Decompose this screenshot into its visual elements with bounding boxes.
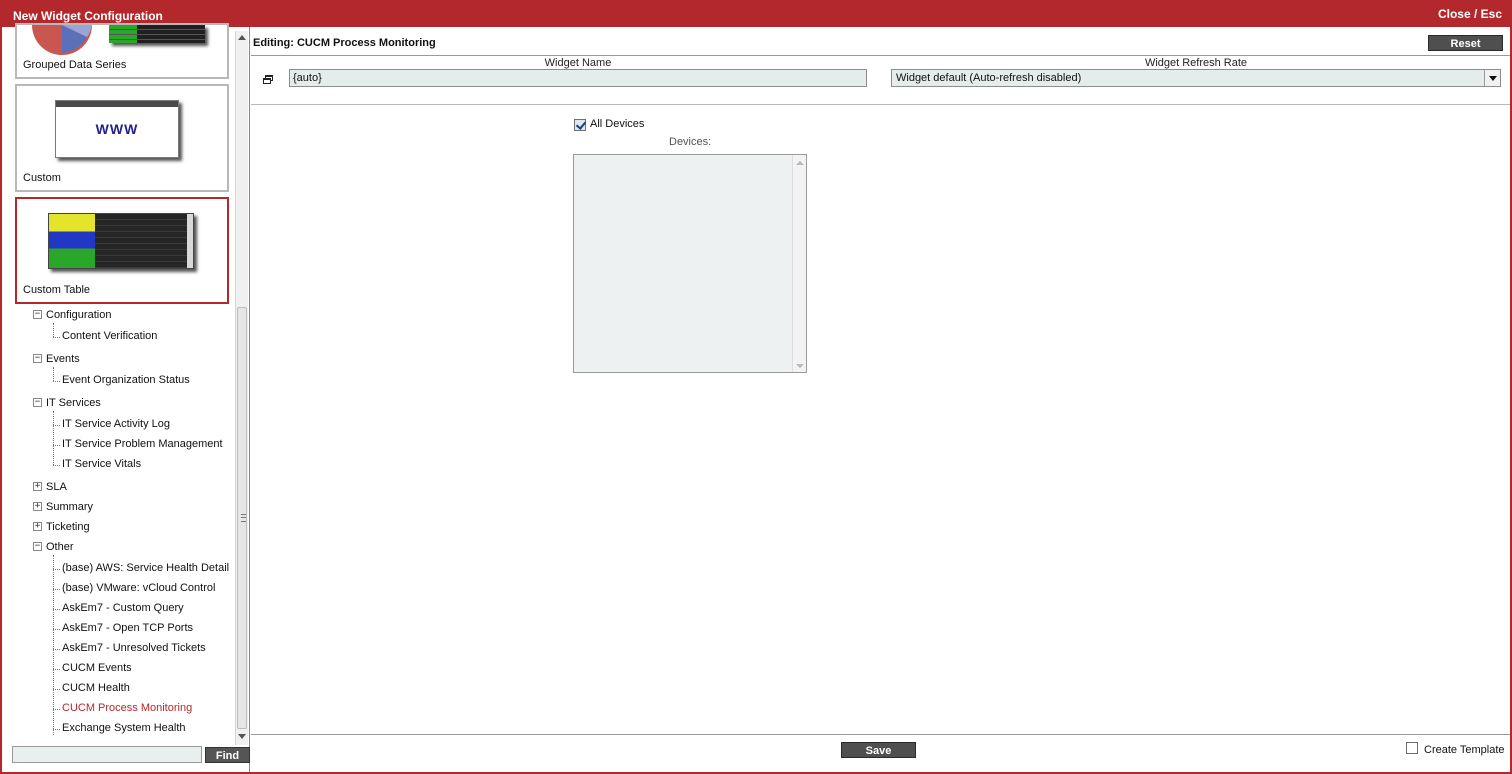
thumbnail-text: WWW [95,121,139,137]
editing-heading: Editing: CUCM Process Monitoring [253,37,436,49]
divider [251,734,1510,735]
collapse-toggle-icon[interactable]: − [33,354,42,363]
all-devices-label: All Devices [590,118,645,130]
table-thumbnail-icon [109,25,205,43]
devices-list-scrollbar[interactable] [792,155,806,372]
tree-item-vmware-vcloud-control[interactable]: (base) VMware: vCloud Control [62,582,215,594]
tree-group-sla[interactable]: SLA [46,481,67,493]
widget-refresh-rate-select[interactable]: Widget default (Auto-refresh disabled) [891,69,1501,87]
scroll-down-icon[interactable] [238,734,246,739]
create-template-checkbox[interactable] [1406,742,1418,754]
expand-toggle-icon[interactable]: + [33,502,42,511]
find-input[interactable] [12,746,202,763]
tree-item-event-organization-status[interactable]: Event Organization Status [62,374,190,386]
scroll-up-icon[interactable] [796,161,804,165]
tree-item-cucm-events[interactable]: CUCM Events [62,662,132,674]
chevron-down-icon[interactable] [1484,70,1500,86]
tree-item-aws-service-health-detail[interactable]: (base) AWS: Service Health Detail [62,562,229,574]
collapse-toggle-icon[interactable]: − [33,310,42,319]
restore-window-icon[interactable] [263,75,274,85]
reset-button[interactable]: Reset [1428,35,1503,51]
widget-card-label: Custom Table [23,284,91,296]
scrollbar-thumb[interactable] [237,307,247,729]
close-button[interactable]: Close / Esc [1438,7,1502,21]
tree-item-it-service-vitals[interactable]: IT Service Vitals [62,458,141,470]
tree-item-askem7-open-tcp-ports[interactable]: AskEm7 - Open TCP Ports [62,622,193,634]
custom-table-thumbnail-icon [48,213,194,269]
tree-item-exchange-system-health[interactable]: Exchange System Health [62,722,186,734]
widget-card-custom[interactable]: WWW Custom [15,84,229,192]
tree-group-summary[interactable]: Summary [46,501,93,513]
widget-refresh-rate-label: Widget Refresh Rate [1144,57,1248,69]
tree-item-askem7-unresolved-tickets[interactable]: AskEm7 - Unresolved Tickets [62,642,206,654]
widget-name-input[interactable] [289,69,867,87]
tree-item-it-service-problem-management[interactable]: IT Service Problem Management [62,438,223,450]
pie-chart-thumbnail-icon [32,25,92,55]
tree-group-ticketing[interactable]: Ticketing [46,521,90,533]
window-title: New Widget Configuration [13,9,163,23]
widget-card-label: Custom [23,172,61,184]
widget-picker-panel: Grouped Data Series WWW Custom Custom Ta… [4,23,250,772]
scroll-up-icon[interactable] [238,35,246,40]
scroll-down-icon[interactable] [796,364,804,368]
web-page-thumbnail-icon: WWW [55,100,179,158]
create-template-label: Create Template [1424,744,1505,756]
all-devices-checkbox[interactable] [574,119,586,131]
widget-editor-panel: Editing: CUCM Process Monitoring Reset W… [251,27,1510,772]
expand-toggle-icon[interactable]: + [33,482,42,491]
expand-toggle-icon[interactable]: + [33,522,42,531]
tree-group-it-services[interactable]: IT Services [46,397,101,409]
divider [251,55,1510,56]
tree-group-events[interactable]: Events [46,353,80,365]
collapse-toggle-icon[interactable]: − [33,398,42,407]
widget-name-label: Widget Name [544,57,612,69]
divider [251,104,1510,105]
widget-config-window: New Widget Configuration Close / Esc Gro… [0,0,1512,774]
tree-item-cucm-process-monitoring[interactable]: CUCM Process Monitoring [62,702,192,714]
tree-group-configuration[interactable]: Configuration [46,309,111,321]
tree-item-cucm-health[interactable]: CUCM Health [62,682,130,694]
refresh-rate-value: Widget default (Auto-refresh disabled) [896,72,1082,84]
tree-item-content-verification[interactable]: Content Verification [62,330,157,342]
save-button[interactable]: Save [841,742,916,758]
widget-card-grouped-data-series[interactable]: Grouped Data Series [15,23,229,79]
tree-item-it-service-activity-log[interactable]: IT Service Activity Log [62,418,170,430]
devices-listbox[interactable] [573,154,807,373]
widget-card-custom-table[interactable]: Custom Table [15,197,229,304]
left-panel-scrollbar[interactable] [235,31,248,745]
devices-label: Devices: [669,136,712,148]
find-button[interactable]: Find [205,747,250,763]
collapse-toggle-icon[interactable]: − [33,542,42,551]
tree-item-askem7-custom-query[interactable]: AskEm7 - Custom Query [62,602,184,614]
tree-group-other[interactable]: Other [46,541,74,553]
widget-card-label: Grouped Data Series [23,59,127,71]
